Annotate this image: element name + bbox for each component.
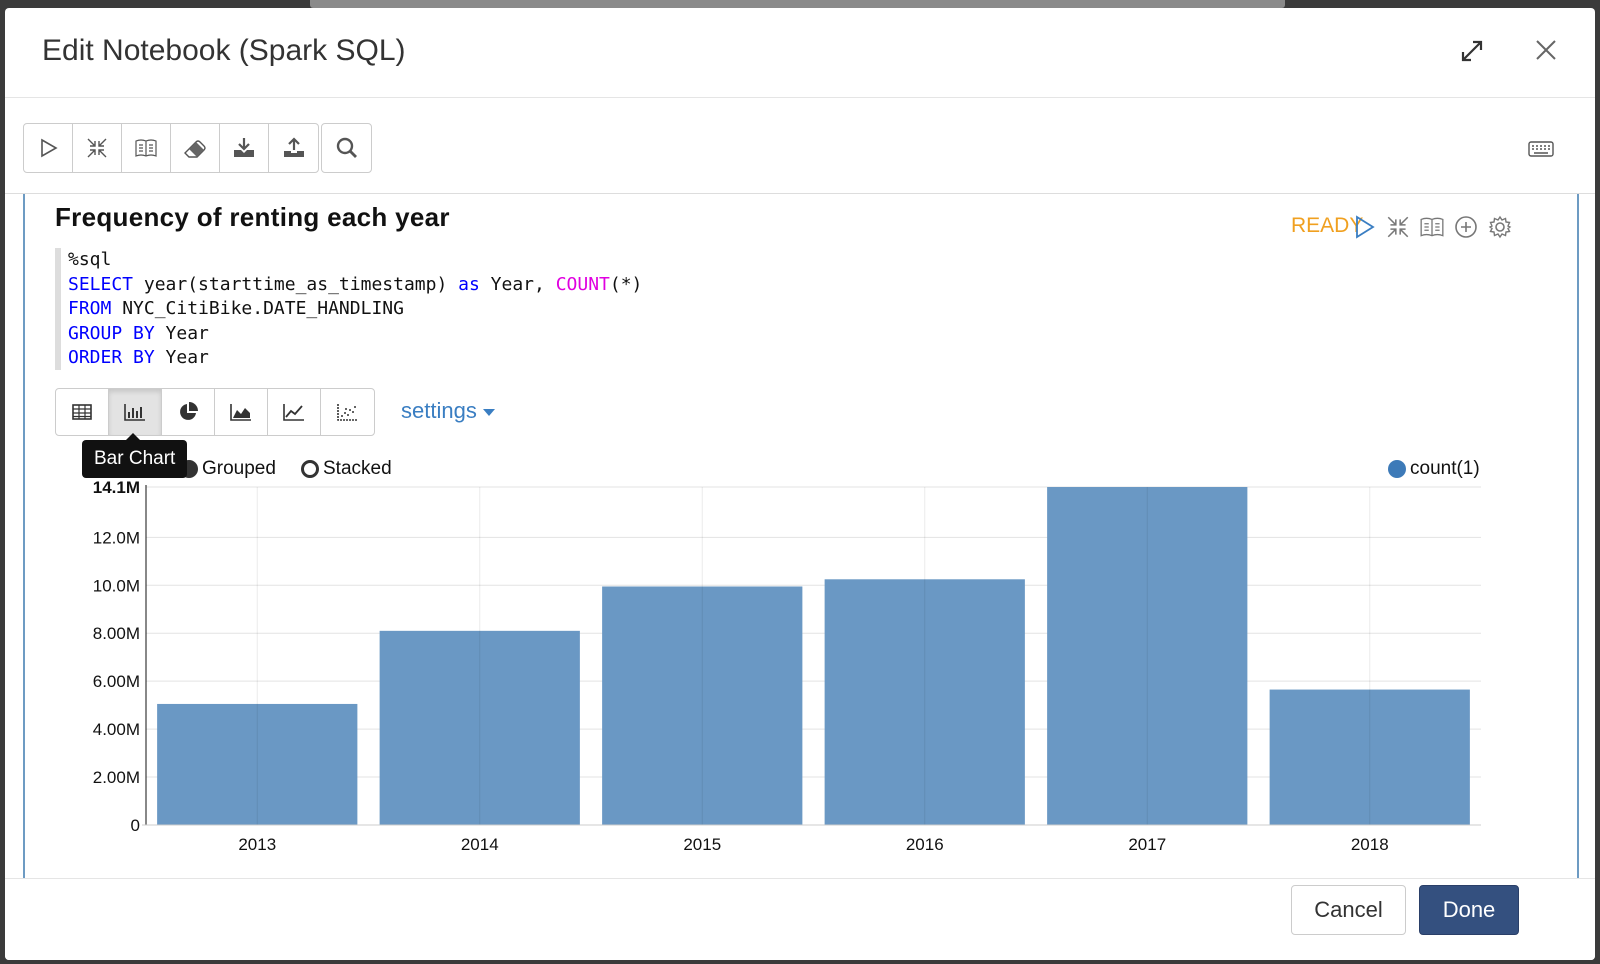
bar-chart-tooltip: Bar Chart <box>82 433 188 478</box>
code-text: year(starttime_as_timestamp) <box>133 273 459 295</box>
code-text: (*) <box>609 273 643 295</box>
legend-dot <box>1388 460 1406 478</box>
code-keyword: ORDER BY <box>68 347 155 369</box>
settings-label: settings <box>401 398 477 423</box>
code-text: Year <box>154 322 209 344</box>
close-icon[interactable] <box>1530 34 1562 66</box>
import-button[interactable] <box>269 124 318 172</box>
y-tick-label: 6.00M <box>93 672 140 691</box>
upload-icon <box>283 137 304 157</box>
book-icon <box>135 139 157 157</box>
line-chart-icon <box>283 404 304 421</box>
table-view-button[interactable] <box>56 389 109 435</box>
y-tick-label: 10.0M <box>93 576 140 595</box>
chart-settings-toggle[interactable]: settings <box>401 398 495 424</box>
area-chart-icon <box>230 404 251 421</box>
y-tick-label: 12.0M <box>93 528 140 547</box>
code-line: GROUP BY Year <box>68 322 695 347</box>
x-tick-label: 2013 <box>238 835 276 854</box>
y-tick-label: 0 <box>131 816 140 835</box>
caret-down-icon <box>482 408 495 416</box>
visualization-selector <box>55 388 375 436</box>
radio-dot <box>301 460 319 478</box>
scatter-chart-icon <box>336 404 358 421</box>
play-icon <box>1356 215 1375 239</box>
x-tick-label: 2014 <box>461 835 499 854</box>
add-paragraph-button[interactable] <box>1453 214 1479 240</box>
run-all-button[interactable] <box>24 124 73 172</box>
expand-icon[interactable] <box>1459 38 1485 64</box>
table-icon <box>72 404 92 420</box>
eraser-icon <box>184 140 206 158</box>
code-text: %sql <box>68 249 112 270</box>
code-text: NYC_CitiBike.DATE_HANDLING <box>111 298 404 320</box>
show-hide-output-button[interactable] <box>122 124 171 172</box>
download-icon <box>234 138 254 157</box>
book-icon <box>1420 217 1444 237</box>
keyboard-icon[interactable] <box>1528 140 1554 160</box>
code-keyword: FROM <box>68 298 112 320</box>
modal-footer: Cancel Done <box>5 878 1595 960</box>
stacked-radio[interactable]: Stacked <box>301 458 392 480</box>
notebook-actions-group <box>23 123 319 173</box>
paragraph-settings-button[interactable] <box>1487 214 1513 240</box>
paragraph-title[interactable]: Frequency of renting each year <box>55 202 450 233</box>
code-editor[interactable]: %sql SELECT year(starttime_as_timestamp)… <box>55 248 695 370</box>
pie-chart-view-button[interactable] <box>162 389 215 435</box>
bar-chart-view-button[interactable] <box>109 389 162 435</box>
y-tick-label: 4.00M <box>93 720 140 739</box>
code-text: Year, <box>479 273 556 295</box>
collapse-icon <box>87 138 107 158</box>
y-tick-label: 14.1M <box>93 478 140 497</box>
hide-output-button[interactable] <box>1419 214 1445 240</box>
modal-header: Edit Notebook (Spark SQL) <box>5 8 1595 98</box>
clear-output-button[interactable] <box>171 124 220 172</box>
code-keyword: SELECT <box>68 273 134 295</box>
line-chart-view-button[interactable] <box>268 389 321 435</box>
code-line: ORDER BY Year <box>68 346 695 371</box>
grouped-radio[interactable]: Grouped <box>180 458 276 480</box>
play-icon <box>41 138 58 158</box>
code-text: Year <box>154 347 209 369</box>
edit-notebook-modal: Edit Notebook (Spark SQL) 0 2.00M 4.00M … <box>5 8 1595 960</box>
search-button[interactable] <box>322 124 371 172</box>
search-icon <box>336 137 357 158</box>
x-tick-label: 2016 <box>906 835 944 854</box>
scatter-chart-view-button[interactable] <box>321 389 374 435</box>
code-keyword: GROUP BY <box>68 322 155 344</box>
collapse-all-button[interactable] <box>73 124 122 172</box>
cancel-button[interactable]: Cancel <box>1291 885 1406 935</box>
modal-title: Edit Notebook (Spark SQL) <box>42 34 406 67</box>
y-tick-label: 8.00M <box>93 624 140 643</box>
code-line: SELECT year(starttime_as_timestamp) as Y… <box>68 273 695 298</box>
hide-editor-button[interactable] <box>1385 214 1411 240</box>
collapse-icon <box>1387 216 1409 238</box>
chart-legend[interactable]: count(1) <box>1388 458 1480 480</box>
gear-icon <box>1488 215 1512 239</box>
x-tick-label: 2018 <box>1351 835 1389 854</box>
code-line: %sql <box>68 248 695 273</box>
code-keyword: as <box>458 273 480 295</box>
x-tick-label: 2015 <box>683 835 721 854</box>
y-tick-label: 2.00M <box>93 768 140 787</box>
legend-label: count(1) <box>1410 458 1480 479</box>
export-button[interactable] <box>220 124 269 172</box>
code-function: COUNT <box>555 273 610 295</box>
x-tick-label: 2017 <box>1128 835 1166 854</box>
run-paragraph-button[interactable] <box>1351 214 1377 240</box>
plus-circle-icon <box>1455 216 1477 238</box>
notebook-toolbar <box>5 98 1595 194</box>
bar-chart-icon <box>124 404 145 421</box>
stacked-label: Stacked <box>323 458 392 479</box>
grouped-label: Grouped <box>202 458 276 479</box>
paragraph: 0 2.00M 4.00M 6.00M 8.00M 10.0M 12.0M 14.1M 2013… <box>23 194 1579 884</box>
done-button[interactable]: Done <box>1419 885 1519 935</box>
backdrop <box>310 0 1285 8</box>
search-group <box>321 123 372 173</box>
pie-chart-icon <box>180 402 198 420</box>
area-chart-view-button[interactable] <box>215 389 268 435</box>
code-line: FROM NYC_CitiBike.DATE_HANDLING <box>68 297 695 322</box>
